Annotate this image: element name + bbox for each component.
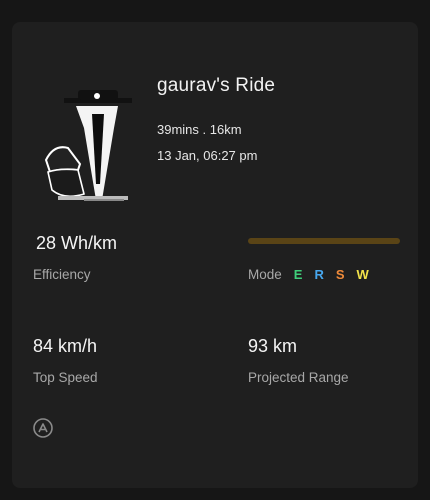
range-value: 93 km [248, 336, 298, 356]
ride-datetime: 13 Jan, 06:27 pm [157, 148, 258, 163]
mode-bar [248, 238, 400, 244]
ride-summary: 39mins . 16km [157, 122, 242, 137]
efficiency-value: 28 Wh/km [36, 233, 118, 253]
top-speed-value: 84 km/h [33, 336, 98, 356]
scooter-avatar-icon [44, 90, 132, 201]
ride-title: gaurav's Ride [157, 75, 276, 96]
ather-logo-icon[interactable] [33, 418, 53, 438]
efficiency-label: Efficiency [33, 267, 91, 282]
mode-sport: S [335, 267, 345, 282]
top-speed-label: Top Speed [33, 370, 98, 385]
mode-eco: E [293, 267, 303, 282]
mode-label: Mode [248, 267, 282, 282]
mode-ride: R [314, 267, 324, 282]
mode-warp: W [356, 267, 369, 282]
ride-card[interactable]: gaurav's Ride 39mins . 16km 13 Jan, 06:2… [12, 22, 418, 488]
range-label: Projected Range [248, 370, 349, 385]
mode-legend: Mode E R S W [248, 267, 381, 282]
